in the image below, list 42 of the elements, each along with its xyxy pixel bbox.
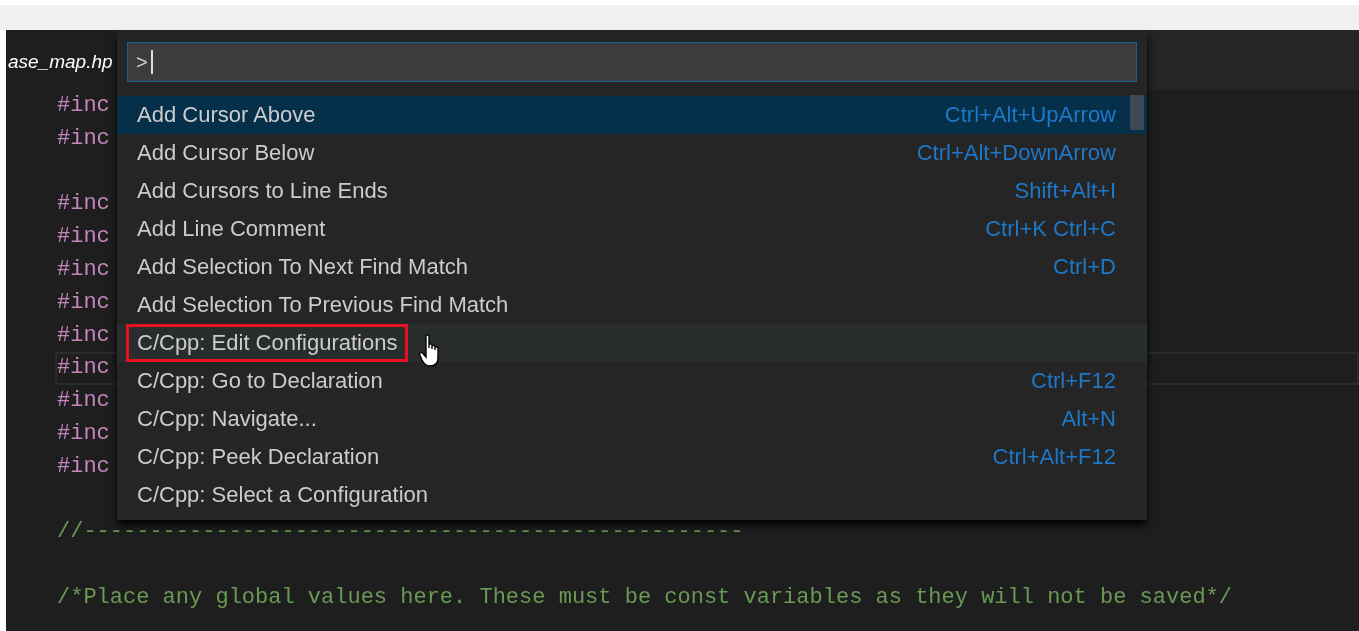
command-label: C/Cpp: Navigate... <box>136 405 318 433</box>
keybinding: Ctrl+Alt+DownArrow <box>916 140 1116 166</box>
command-label: C/Cpp: Select a Configuration <box>136 481 430 509</box>
command-label: Add Selection To Next Find Match <box>136 253 469 281</box>
command-label: Add Cursor Above <box>136 101 317 129</box>
command-item[interactable]: C/Cpp: Select a Configuration <box>117 476 1147 514</box>
command-item[interactable]: Add Cursor Above Ctrl+Alt+UpArrow <box>117 96 1147 134</box>
keybinding: Alt+N <box>1061 406 1116 432</box>
code-line: #inc <box>57 419 111 448</box>
scrollbar-thumb[interactable] <box>1130 95 1144 130</box>
code-comment: //-------------------------------------------------- <box>57 518 744 547</box>
command-input[interactable]: > <box>127 42 1137 82</box>
command-item[interactable]: Add Cursors to Line Ends Shift+Alt+I <box>117 172 1147 210</box>
code-line: #inc <box>57 92 111 120</box>
keybinding: Ctrl+Alt+F12 <box>992 444 1116 470</box>
command-item[interactable]: Add Cursor Below Ctrl+Alt+DownArrow <box>117 134 1147 172</box>
command-item[interactable]: Add Selection To Next Find Match Ctrl+D <box>117 248 1147 286</box>
command-label: Add Cursors to Line Ends <box>136 177 389 205</box>
text-cursor <box>150 50 153 74</box>
code-line: #inc <box>57 223 111 252</box>
code-line: #inc <box>57 256 111 284</box>
keybinding: Ctrl+K Ctrl+C <box>985 216 1116 242</box>
command-item[interactable]: Add Line Comment Ctrl+K Ctrl+C <box>117 210 1147 248</box>
command-item[interactable]: Add Selection To Previous Find Match <box>117 286 1147 324</box>
code-line: #inc <box>57 321 111 350</box>
code-line: #inc <box>57 452 111 481</box>
keybinding: Ctrl+D <box>1053 254 1116 280</box>
code-comment: /*Place any global values here. These must be const variables as they will not be saved*/ <box>57 583 1232 612</box>
command-item[interactable]: C/Cpp: Navigate... Alt+N <box>117 400 1147 438</box>
code-line: #inc <box>57 124 111 153</box>
keybinding: Ctrl+Alt+UpArrow <box>944 102 1116 128</box>
command-item[interactable]: C/Cpp: Peek Declaration Ctrl+Alt+F12 <box>117 438 1147 476</box>
command-label: Add Line Comment <box>136 215 327 243</box>
code-line: #inc <box>57 288 111 317</box>
highlighted-label: C/Cpp: Edit Configurations <box>126 324 409 362</box>
command-label: C/Cpp: Peek Declaration <box>136 443 381 471</box>
keybinding: Shift+Alt+I <box>1014 178 1116 204</box>
code-line: #inc <box>57 190 111 219</box>
editor-tab[interactable]: ase_map.hp <box>6 30 119 90</box>
command-label: Add Selection To Previous Find Match <box>136 291 510 319</box>
code-line: #inc <box>57 387 111 416</box>
command-label: Add Cursor Below <box>136 139 316 167</box>
